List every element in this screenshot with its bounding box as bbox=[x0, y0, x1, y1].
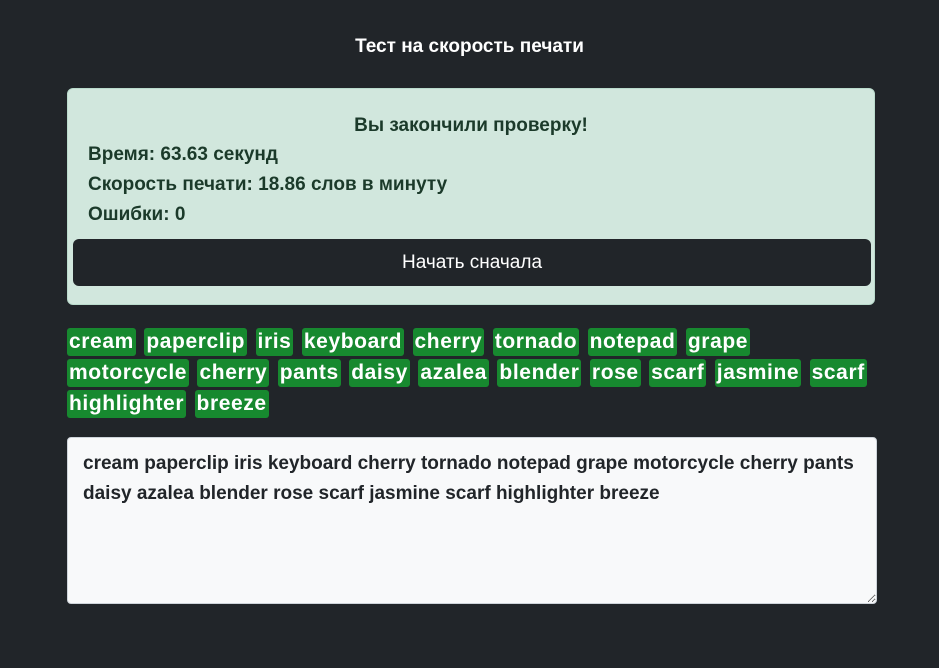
speed-stat: Скорость печати: 18.86 слов в минуту bbox=[88, 174, 448, 195]
typing-input[interactable]: cream paperclip iris keyboard cherry tor… bbox=[67, 437, 877, 604]
word-chip: highlighter bbox=[67, 390, 187, 418]
restart-button[interactable]: Начать сначала bbox=[73, 239, 871, 286]
word-chip: notepad bbox=[587, 328, 678, 356]
word-chip: scarf bbox=[809, 359, 867, 387]
word-chip: breeze bbox=[194, 390, 269, 418]
word-chip: motorcycle bbox=[67, 359, 190, 387]
word-chip: cherry bbox=[412, 328, 485, 356]
word-chip: paperclip bbox=[144, 328, 248, 356]
result-panel: Вы закончили проверку! Время: 63.63 секу… bbox=[67, 88, 875, 305]
word-chip: blender bbox=[497, 359, 582, 387]
word-chip: scarf bbox=[649, 359, 707, 387]
word-chip: daisy bbox=[349, 359, 410, 387]
word-chip: tornado bbox=[492, 328, 580, 356]
word-chip: cherry bbox=[197, 359, 270, 387]
page-title: Тест на скорость печати bbox=[355, 36, 584, 57]
word-chip: keyboard bbox=[301, 328, 405, 356]
word-chip: iris bbox=[255, 328, 294, 356]
word-chip: grape bbox=[685, 328, 751, 356]
word-chip: rose bbox=[589, 359, 641, 387]
word-chip: pants bbox=[277, 359, 341, 387]
target-words: cream paperclip iris keyboard cherry tor… bbox=[67, 327, 877, 420]
word-chip: azalea bbox=[418, 359, 489, 387]
typing-test-page: Тест на скорость печати Вы закончили про… bbox=[0, 0, 939, 668]
word-chip: jasmine bbox=[714, 359, 802, 387]
time-stat: Время: 63.63 секунд bbox=[88, 144, 278, 165]
word-chip: cream bbox=[67, 328, 136, 356]
errors-stat: Ошибки: 0 bbox=[88, 204, 186, 225]
result-heading: Вы закончили проверку! bbox=[354, 115, 588, 136]
